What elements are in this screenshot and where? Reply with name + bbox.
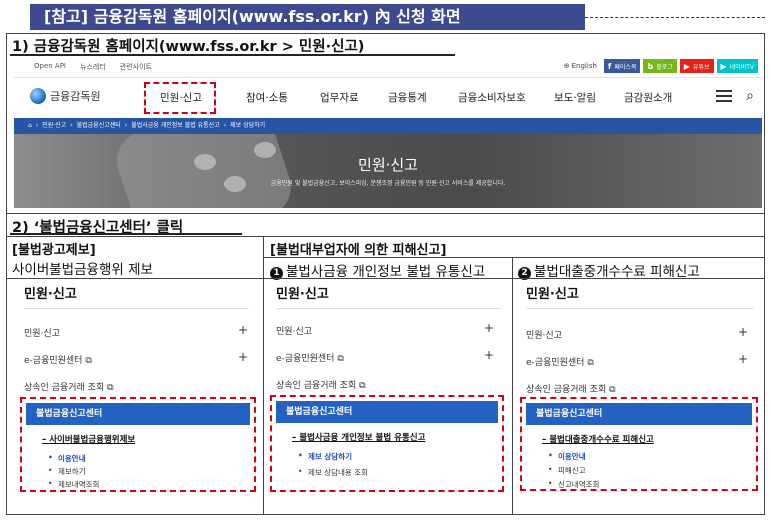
breadcrumb-item[interactable]: 불법금융신고센터 (77, 118, 121, 134)
divider (263, 257, 765, 258)
plus-icon[interactable]: + (238, 350, 248, 364)
panel-brokerage-fee: 민원·신고 민원·신고 + e-금융민원센터 ⧉ + 상속인 금융거래 조회 ⧉… (516, 278, 762, 514)
navertv-icon: ▶ (720, 61, 727, 71)
panel-title: 민원·신고 (526, 287, 579, 302)
menu-complaint[interactable]: 민원·신고 (24, 326, 60, 339)
plus-icon[interactable]: + (484, 321, 494, 335)
nav-about[interactable]: 금감원소개 (624, 90, 704, 105)
nav-participation[interactable]: 참여·소통 (246, 90, 320, 105)
highlight-box-menu: 불법금융신고센터 – 사이버불법금융행위제보 이용안내 제보하기 제보내역조회 (20, 397, 256, 492)
divider (6, 236, 765, 237)
left-heading: [불법광고제보] (12, 243, 96, 258)
plus-icon[interactable]: + (738, 325, 748, 339)
menu-illegal-finance-center[interactable]: 불법금융신고센터 (526, 403, 752, 425)
hero-banner: 민원·신고 금융민원 및 불법금융신고, 보이스피싱, 분쟁조정 금융민원 등 … (14, 134, 762, 208)
menu-heir-inquiry[interactable]: 상속인 금융거래 조회 ⧉ (526, 382, 616, 395)
utility-bar: Open API 뉴스레터 관련사이트 ⊕ English f 페이스북 b 블로그 … (14, 56, 762, 78)
home-icon[interactable]: ⌂ (28, 118, 32, 134)
menu-e-complaint-center[interactable]: e-금융민원센터 ⧉ (276, 351, 344, 364)
hamburger-menu-icon[interactable] (716, 90, 733, 102)
title-rule (585, 17, 765, 18)
nav-business-data[interactable]: 업무자료 (320, 90, 388, 105)
menu-brokerage-fee-report[interactable]: – 불법대출중개수수료 피해신고 (542, 433, 654, 445)
menu-complaint[interactable]: 민원·신고 (526, 328, 562, 341)
highlight-box-menu: 불법금융신고센터 – 불법대출중개수수료 피해신고 이용안내 피해신고 신고내역… (520, 397, 758, 491)
right-heading: [불법대부업자에 의한 피해신고] (270, 243, 447, 258)
util-link-openapi[interactable]: Open API (34, 62, 66, 72)
breadcrumb-item[interactable]: 불법사금융 개인정보 불법 유통신고 (131, 118, 220, 134)
plus-icon[interactable]: + (484, 348, 494, 362)
english-link[interactable]: ⊕ English (564, 62, 597, 70)
breadcrumb-item[interactable]: 제보 상담하기 (230, 118, 265, 134)
breadcrumb-item[interactable]: 민원·신고 (42, 118, 66, 134)
fss-website: Open API 뉴스레터 관련사이트 ⊕ English f 페이스북 b 블로그 … (14, 56, 762, 210)
menu-consult-history[interactable]: 제보 상담내용 조회 (298, 467, 368, 478)
menu-submit-report[interactable]: 제보하기 (48, 466, 85, 477)
navertv-link[interactable]: ▶ 네이버TV (716, 59, 758, 73)
column-divider (512, 258, 513, 515)
menu-heir-inquiry[interactable]: 상속인 금융거래 조회 ⧉ (24, 380, 114, 393)
youtube-icon: ▶ (683, 61, 690, 71)
menu-illegal-finance-center[interactable]: 불법금융신고센터 (26, 403, 250, 425)
menu-illegal-finance-center[interactable]: 불법금융신고센터 (276, 401, 498, 423)
site-logo[interactable]: 금융감독원 (30, 88, 101, 104)
menu-heir-inquiry[interactable]: 상속인 금융거래 조회 ⧉ (276, 378, 366, 391)
panel-title: 민원·신고 (276, 287, 329, 302)
menu-damage-report[interactable]: 피해신고 (548, 465, 585, 476)
menu-usage-guide[interactable]: 이용안내 (548, 451, 585, 462)
nav-statistics[interactable]: 금융통계 (388, 90, 458, 105)
breadcrumb: ⌂ › 민원·신고 › 불법금융신고센터 › 불법사금융 개인정보 불법 유통신… (14, 118, 762, 134)
util-link-newsletter[interactable]: 뉴스레터 (80, 62, 106, 72)
fss-logo-icon (30, 88, 46, 104)
menu-report-history[interactable]: 신고내역조회 (548, 479, 600, 490)
hero-subtitle: 금융민원 및 불법금융신고, 보이스피싱, 분쟁조정 금융민원 등 민원·신고 … (270, 180, 506, 187)
youtube-link[interactable]: ▶ 유튜브 (679, 59, 714, 73)
nav-press[interactable]: 보도·알림 (554, 90, 624, 105)
step2-underline (10, 233, 242, 235)
menu-consult-report[interactable]: 제보 상담하기 (298, 451, 352, 462)
panel-cyber-report: 민원·신고 민원·신고 + e-금융민원센터 ⧉ + 상속인 금융거래 조회 ⧉… (14, 278, 260, 514)
main-nav: 금융감독원 민원·신고 참여·소통 업무자료 금융통계 금융소비자보호 보도·알… (14, 80, 762, 116)
menu-personal-info-leak-report[interactable]: – 불법사금융 개인정보 불법 유통신고 (292, 431, 425, 443)
mid-subheading: 1 불법사금융 개인정보 불법 유통신고 (270, 260, 485, 280)
menu-e-complaint-center[interactable]: e-금융민원센터 ⧉ (526, 355, 594, 368)
highlight-box-menu: 불법금융신고센터 – 불법사금융 개인정보 불법 유통신고 제보 상담하기 제보… (270, 395, 504, 492)
globe-icon: ⊕ (563, 62, 570, 70)
menu-report-history[interactable]: 제보내역조회 (48, 479, 100, 490)
step1-caption: 1) 금융감독원 홈페이지(www.fss.or.kr > 민원·신고) (12, 39, 365, 55)
menu-usage-guide[interactable]: 이용안내 (48, 453, 85, 464)
facebook-link[interactable]: f 페이스북 (603, 59, 641, 73)
menu-cyber-illegal-report[interactable]: – 사이버불법금융행위제보 (42, 433, 135, 445)
blog-link[interactable]: b 블로그 (643, 59, 677, 73)
left-subheading: 사이버불법금융행위 제보 (12, 262, 153, 278)
panel-personal-info-leak: 민원·신고 민원·신고 + e-금융민원센터 ⧉ + 상속인 금융거래 조회 ⧉… (266, 278, 510, 514)
search-icon[interactable]: ⌕ (746, 88, 754, 104)
menu-complaint[interactable]: 민원·신고 (276, 324, 312, 337)
right-subheading: 2 불법대출중개수수료 피해신고 (518, 260, 700, 280)
divider (6, 213, 765, 214)
plus-icon[interactable]: + (738, 352, 748, 366)
util-link-related-sites[interactable]: 관련사이트 (120, 62, 152, 72)
document-title: [참고] 금융감독원 홈페이지(www.fss.or.kr) 內 신청 화면 (30, 4, 585, 30)
menu-e-complaint-center[interactable]: e-금융민원센터 ⧉ (24, 353, 92, 366)
facebook-icon: f (607, 61, 612, 71)
panel-title: 민원·신고 (24, 287, 77, 302)
highlight-box-nav (144, 82, 216, 114)
hero-title: 민원·신고 (358, 156, 418, 174)
blog-icon: b (647, 61, 654, 71)
plus-icon[interactable]: + (238, 323, 248, 337)
nav-consumer-protection[interactable]: 금융소비자보호 (458, 90, 554, 105)
